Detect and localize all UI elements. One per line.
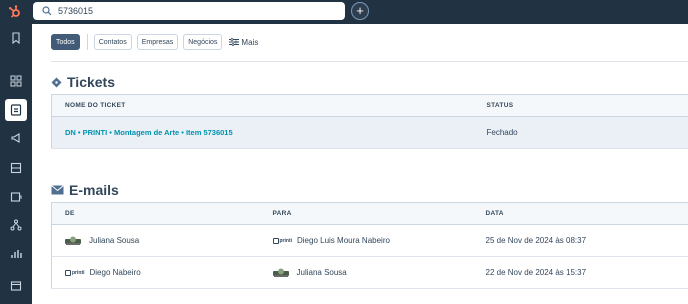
global-search-bar[interactable] [33,2,345,20]
email-from-cell: printi Diego Nabeiro [51,256,260,289]
sliders-icon [229,38,240,46]
filter-todos[interactable]: Todos [51,34,80,50]
filter-more-button[interactable]: Mais [229,38,258,47]
column-header-to[interactable]: PARA [259,202,473,225]
email-from-cell: Juliana Sousa [51,224,260,257]
avatar-icon [65,236,81,246]
workflows-icon[interactable] [5,214,27,236]
printi-logo-icon: printi [65,269,85,276]
ticket-name-cell[interactable]: DN • PRINTI • Montagem de Arte • Item 57… [51,116,474,149]
avatar-icon [272,268,289,278]
filter-contatos[interactable]: Contatos [93,34,132,50]
email-from-name[interactable]: Diego Nabeiro [90,268,141,277]
printi-logo-icon: printi [272,237,292,244]
filter-divider [86,34,88,50]
ticket-icon [51,77,62,87]
column-header-from[interactable]: DE [51,202,260,225]
filter-more-label: Mais [241,37,259,47]
create-new-button[interactable]: + [351,2,369,20]
commerce-icon[interactable] [5,186,27,208]
search-filter-bar: Todos Contatos Empresas Negócios Mais [51,34,258,50]
tickets-header-row: NOME DO TICKET STATUS [51,94,688,117]
column-header-ticket-name[interactable]: NOME DO TICKET [51,94,474,117]
email-date-cell: 25 de Nov de 2024 às 08:37 [472,224,688,257]
library-icon[interactable] [5,275,27,297]
search-icon [42,6,52,16]
tickets-section-title: Tickets [51,74,115,90]
email-date-cell: 22 de Nov de 2024 às 15:37 [472,256,688,289]
table-row[interactable]: DN • PRINTI • Montagem de Arte • Item 57… [51,116,688,149]
content-icon[interactable] [5,157,27,179]
table-row[interactable]: Juliana Sousa printi Diego Luis Moura Na… [51,224,688,257]
email-to-cell: Juliana Sousa [259,256,473,289]
filter-negocios[interactable]: Negócios [183,34,223,50]
emails-table: DE PARA DATA Juliana Sousa printi Diego … [51,202,688,289]
email-to-name[interactable]: Juliana Sousa [297,268,347,277]
hubspot-logo-icon[interactable] [6,3,24,21]
email-to-cell: printi Diego Luis Moura Nabeiro [259,224,473,257]
marketing-megaphone-icon[interactable] [5,127,27,149]
email-to-name[interactable]: Diego Luis Moura Nabeiro [297,236,390,245]
envelope-icon [51,185,64,195]
filter-empresas[interactable]: Empresas [136,34,179,50]
email-from-name[interactable]: Juliana Sousa [89,236,139,245]
emails-section-title: E-mails [51,182,119,198]
dashboard-grid-icon[interactable] [5,70,27,92]
bookmark-icon[interactable] [5,27,27,49]
top-nav-bar: + [0,0,688,24]
column-header-date[interactable]: DATA [472,202,688,225]
ticket-status-cell: Fechado [473,116,688,149]
filters-divider-line [51,61,688,62]
emails-title-text: E-mails [69,182,119,198]
reports-icon[interactable] [5,243,27,265]
ticket-name-link[interactable]: DN • PRINTI • Montagem de Arte • Item 57… [65,128,233,137]
tickets-title-text: Tickets [67,74,115,90]
left-sidebar [0,24,32,304]
search-input[interactable] [58,6,318,16]
emails-header-row: DE PARA DATA [51,202,688,225]
table-row[interactable]: printi Diego Nabeiro Juliana Sousa 22 de… [51,256,688,289]
tickets-table: NOME DO TICKET STATUS DN • PRINTI • Mont… [51,94,688,149]
column-header-status[interactable]: STATUS [473,94,688,117]
contacts-icon[interactable] [5,99,27,121]
